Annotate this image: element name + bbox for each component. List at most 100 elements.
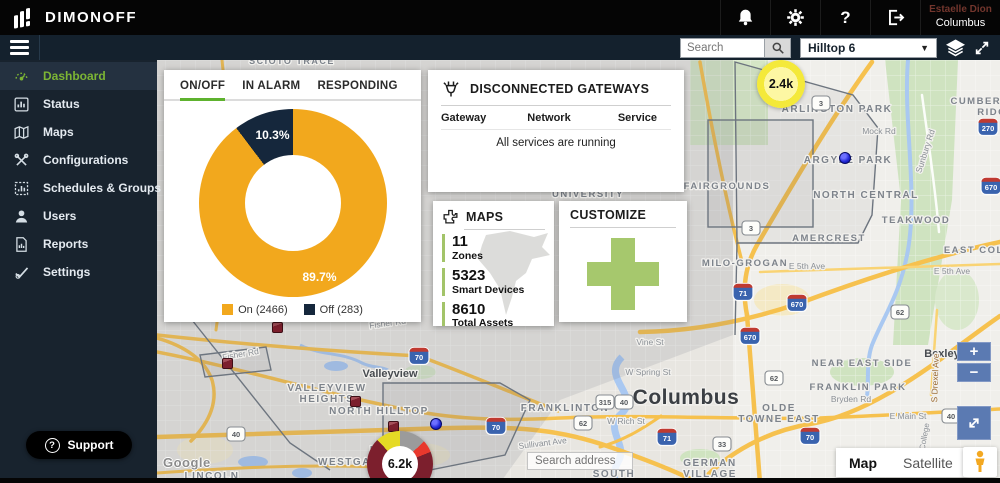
notifications-button[interactable] bbox=[720, 0, 770, 35]
logout-button[interactable] bbox=[870, 0, 920, 35]
menu-toggle-button[interactable] bbox=[0, 35, 40, 60]
map-label: Mock Rd bbox=[862, 126, 896, 136]
stat-label: Total Assets bbox=[452, 317, 545, 326]
help-button[interactable]: ? bbox=[820, 0, 870, 35]
customize-card-title: CUSTOMIZE bbox=[570, 208, 676, 222]
route-shield-62: 62 bbox=[891, 305, 909, 319]
sidebar-item-label: Maps bbox=[43, 125, 74, 139]
sidebar-item-configurations[interactable]: Configurations bbox=[0, 146, 157, 174]
interstate-shield-670: 670 bbox=[787, 295, 807, 312]
map-label: SCIOTO TRACE bbox=[249, 60, 335, 66]
sidebar-item-users[interactable]: Users bbox=[0, 202, 157, 230]
sidebar-item-settings[interactable]: Settings bbox=[0, 258, 157, 286]
settings-gear-button[interactable] bbox=[770, 0, 820, 35]
gateways-columns: GatewayNetworkService bbox=[441, 112, 671, 124]
map-label: Vine St bbox=[636, 337, 664, 347]
stat-total-assets: 8610Total Assets bbox=[442, 302, 545, 327]
zoom-out-button[interactable]: − bbox=[957, 363, 991, 382]
cluster-count: 6.2k bbox=[382, 446, 418, 482]
route-shield-3: 3 bbox=[742, 221, 760, 235]
sidebar-item-label: Settings bbox=[43, 265, 90, 279]
sidebar-item-schedules-groups[interactable]: Schedules & Groups bbox=[0, 174, 157, 202]
dimonoff-logo-icon bbox=[12, 7, 36, 29]
gear-icon bbox=[786, 8, 805, 27]
svg-text:670: 670 bbox=[791, 300, 804, 309]
expand-button[interactable] bbox=[974, 40, 990, 56]
svg-text:3: 3 bbox=[749, 224, 753, 233]
address-search-input[interactable] bbox=[527, 452, 633, 470]
fullscreen-button[interactable] bbox=[957, 406, 991, 440]
cluster-count: 2.4k bbox=[769, 77, 793, 91]
search-input[interactable] bbox=[680, 38, 764, 58]
maps-icon bbox=[13, 124, 30, 141]
map-canvas[interactable]: SCIOTO TRACEARLINGTON PARKARGYLE PARKNOR… bbox=[157, 60, 1000, 483]
status-icon bbox=[13, 96, 30, 113]
magnifier-icon bbox=[771, 41, 785, 55]
plug-icon bbox=[441, 79, 461, 99]
sidebar-item-status[interactable]: Status bbox=[0, 90, 157, 118]
sidebar-item-label: Configurations bbox=[43, 153, 128, 167]
topbar-actions: ? Estaelle Dion Columbus bbox=[720, 0, 1000, 35]
sidebar-item-label: Dashboard bbox=[43, 69, 106, 83]
add-widget-button[interactable] bbox=[587, 238, 659, 310]
device-marker-maroon[interactable] bbox=[222, 358, 233, 369]
logout-icon bbox=[886, 8, 905, 27]
map-label: RIDGE bbox=[977, 107, 1000, 118]
sidebar-item-reports[interactable]: Reports bbox=[0, 230, 157, 258]
device-marker-maroon[interactable] bbox=[272, 322, 283, 333]
device-cluster-2-4k[interactable]: 2.4k bbox=[757, 60, 805, 108]
map-type-map-button[interactable]: Map bbox=[836, 448, 890, 477]
tab-on-off[interactable]: ON/OFF bbox=[180, 80, 225, 101]
device-marker-maroon[interactable] bbox=[350, 396, 361, 407]
gateways-column-network: Network bbox=[513, 112, 585, 124]
onoff-donut-chart[interactable]: 10.3% 89.7% bbox=[199, 109, 387, 297]
map-label: EAST COLUMBUS bbox=[944, 245, 1000, 256]
configurations-icon bbox=[13, 152, 30, 169]
legend-item-on: On (2466) bbox=[222, 304, 288, 316]
tab-responding[interactable]: RESPONDING bbox=[317, 80, 397, 101]
svg-text:270: 270 bbox=[982, 124, 995, 133]
chart-legend: On (2466)Off (283) bbox=[164, 304, 421, 316]
map-label: E 5th Ave bbox=[934, 266, 971, 276]
brand-name: DIMONOFF bbox=[45, 9, 137, 26]
map-label: AMERCREST bbox=[792, 233, 866, 244]
zoom-in-button[interactable]: + bbox=[957, 342, 991, 361]
search-submit-button[interactable] bbox=[764, 38, 791, 58]
device-marker-blue[interactable] bbox=[839, 152, 851, 164]
svg-text:33: 33 bbox=[718, 440, 726, 449]
disconnected-gateways-card: DISCONNECTED GATEWAYS GatewayNetworkServ… bbox=[428, 70, 684, 192]
dashboard-icon bbox=[13, 68, 30, 85]
sidebar-item-dashboard[interactable]: Dashboard bbox=[0, 62, 157, 90]
map-label: W Rich St bbox=[607, 416, 645, 426]
pegman-icon bbox=[972, 450, 988, 474]
sidebar: Dashboard Status Maps Configurations Schedul… bbox=[0, 60, 157, 483]
route-shield-40: 40 bbox=[615, 395, 633, 409]
interstate-shield-70: 70 bbox=[800, 428, 820, 445]
map-label: Valleyview bbox=[362, 368, 417, 380]
gateways-column-service: Service bbox=[585, 112, 671, 124]
map-type-satellite-button[interactable]: Satellite bbox=[890, 448, 966, 477]
interstate-shield-70: 70 bbox=[486, 418, 506, 435]
device-marker-blue[interactable] bbox=[430, 418, 442, 430]
interstate-shield-670: 670 bbox=[981, 178, 1000, 195]
tab-in-alarm[interactable]: IN ALARM bbox=[242, 80, 300, 101]
help-circle-icon: ? bbox=[45, 438, 60, 453]
sidebar-item-maps[interactable]: Maps bbox=[0, 118, 157, 146]
layers-button[interactable] bbox=[946, 38, 965, 57]
sidebar-item-label: Schedules & Groups bbox=[43, 181, 161, 195]
maps-stats: 11Zones5323Smart Devices8610Total Assets bbox=[442, 234, 545, 326]
zoom-controls: + − bbox=[957, 342, 991, 384]
brand[interactable]: DIMONOFF bbox=[0, 7, 137, 29]
map-label: Columbus bbox=[633, 386, 740, 409]
interstate-shield-71: 71 bbox=[733, 284, 753, 301]
sidebar-item-label: Users bbox=[43, 209, 76, 223]
off-slice-label: 10.3% bbox=[255, 128, 289, 142]
stat-label: Zones bbox=[452, 250, 545, 262]
site-select[interactable]: Hilltop 6 ▼ bbox=[800, 38, 937, 58]
support-button[interactable]: ? Support bbox=[26, 431, 132, 459]
bell-icon bbox=[736, 8, 755, 27]
map-label: CUMBERLAND bbox=[950, 96, 1000, 107]
user-menu[interactable]: Estaelle Dion Columbus bbox=[920, 0, 1000, 35]
pegman-button[interactable] bbox=[963, 447, 997, 477]
interstate-shield-670: 670 bbox=[740, 328, 760, 345]
